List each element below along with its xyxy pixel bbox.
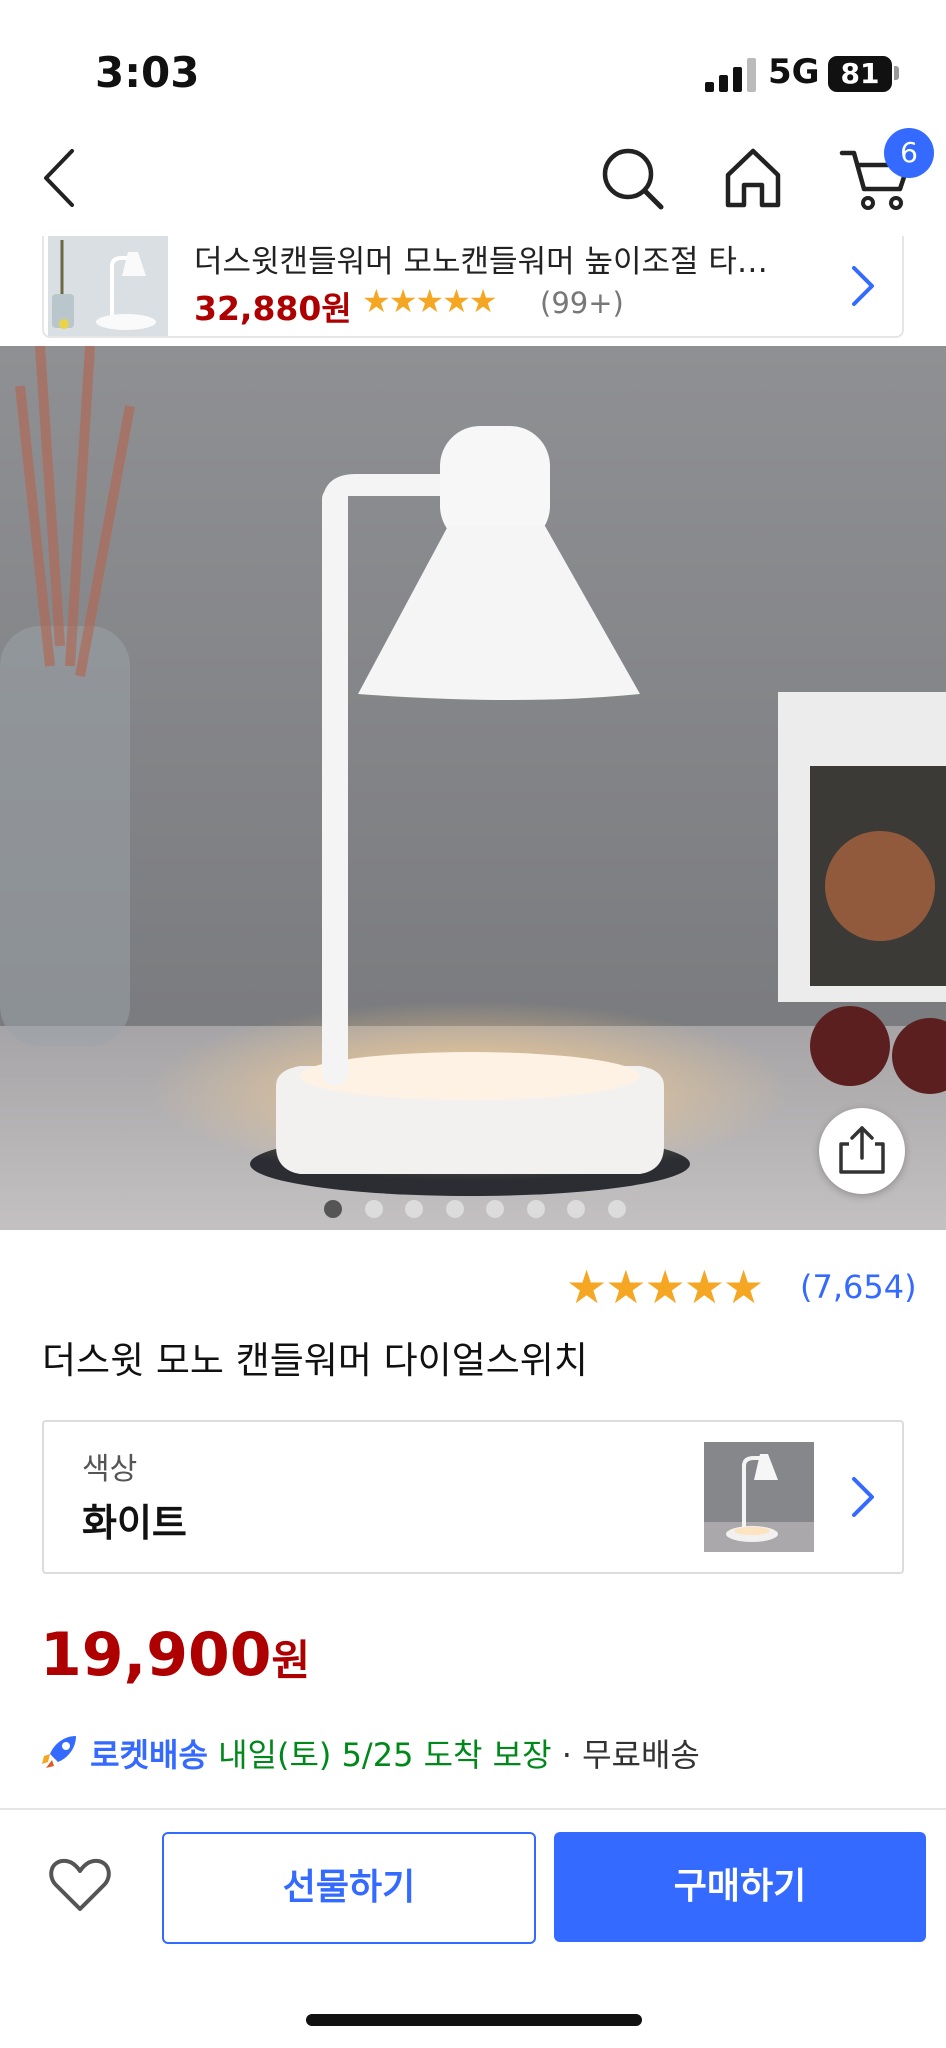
option-thumbnail — [704, 1442, 814, 1552]
share-button[interactable] — [819, 1108, 905, 1194]
related-product-stars: ★★★★★ — [362, 282, 497, 320]
delivery-info: 로켓배송 내일(토) 5/25 도착 보장 · 무료배송 — [40, 1730, 700, 1776]
signal-icon — [705, 58, 756, 92]
pagination-dot[interactable] — [607, 1200, 626, 1218]
product-rating-stars: ★★★★★ — [566, 1260, 764, 1314]
option-label: 색상 — [82, 1452, 138, 1487]
price-value: 19,900 — [40, 1620, 272, 1690]
review-count-link[interactable]: (7,654) — [800, 1268, 917, 1306]
pagination-dot[interactable] — [405, 1200, 423, 1218]
delivery-separator: · — [551, 1736, 583, 1774]
cart-count-badge: 6 — [884, 128, 934, 178]
home-icon[interactable] — [718, 143, 788, 213]
battery-icon: 81 — [828, 56, 892, 92]
related-product-banner[interactable]: 더스윗캔들워머 모노캔들워머 높이조절 타… 32,880원 ★★★★★ (99… — [42, 236, 904, 338]
delivery-date: 내일(토) 5/25 도착 보장 — [218, 1736, 552, 1774]
pagination-dot[interactable] — [324, 1200, 342, 1218]
product-title: 더스윗 모노 캔들워머 다이얼스위치 — [42, 1339, 588, 1382]
product-image[interactable] — [0, 346, 946, 1230]
related-product-thumbnail — [48, 236, 168, 336]
divider — [0, 1808, 946, 1810]
option-selector[interactable]: 색상 화이트 — [42, 1420, 904, 1574]
search-icon[interactable] — [597, 143, 667, 213]
chevron-right-icon[interactable] — [844, 256, 884, 316]
chevron-right-icon — [852, 1477, 874, 1517]
share-icon — [839, 1126, 885, 1174]
related-product-price: 32,880원 — [194, 289, 352, 328]
gift-button[interactable]: 선물하기 — [162, 1832, 536, 1944]
status-time: 3:03 — [95, 48, 200, 97]
star-rating-text: ★★★★★ — [362, 282, 497, 320]
free-shipping: 무료배송 — [582, 1736, 700, 1774]
battery-cap — [894, 66, 899, 80]
pagination-dot[interactable] — [567, 1200, 585, 1218]
star-rating-text: ★★★★★ — [566, 1260, 764, 1314]
home-indicator — [306, 2014, 642, 2026]
pagination-dot[interactable] — [486, 1200, 504, 1218]
product-price: 19,900원 — [40, 1620, 310, 1690]
rocket-delivery-badge: 로켓배송 — [90, 1736, 208, 1774]
rocket-icon — [42, 1736, 76, 1768]
product-photo — [0, 346, 946, 1230]
buy-button[interactable]: 구매하기 — [554, 1832, 926, 1942]
option-value: 화이트 — [82, 1501, 187, 1545]
pagination-dot[interactable] — [526, 1200, 545, 1218]
pagination-dot[interactable] — [445, 1200, 464, 1218]
related-product-title: 더스윗캔들워머 모노캔들워머 높이조절 타… — [194, 244, 768, 280]
back-icon[interactable] — [30, 143, 100, 213]
price-unit: 원 — [271, 1636, 311, 1685]
heart-icon[interactable] — [48, 1855, 112, 1915]
network-label: 5G — [768, 52, 820, 92]
pagination-dot[interactable] — [364, 1200, 383, 1218]
related-product-review-count: (99+) — [540, 286, 624, 320]
